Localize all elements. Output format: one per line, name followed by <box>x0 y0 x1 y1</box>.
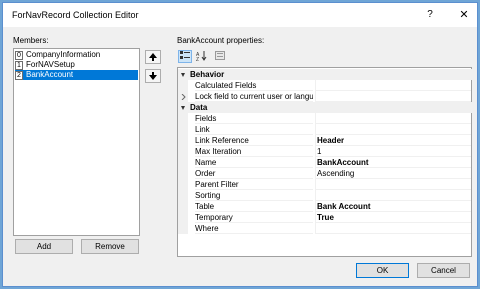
property-value[interactable]: BankAccount <box>315 157 471 168</box>
property-name: Max Iteration <box>195 146 313 157</box>
property-name: Table <box>195 201 313 212</box>
property-name: Link <box>195 124 313 135</box>
property-name: Calculated Fields <box>195 80 313 91</box>
property-pages-icon[interactable] <box>213 50 227 63</box>
arrow-up-icon <box>149 53 157 61</box>
move-up-button[interactable] <box>145 50 161 64</box>
property-row[interactable]: Order Ascending <box>178 168 471 179</box>
row-gutter <box>178 157 188 168</box>
remove-button[interactable]: Remove <box>81 239 139 254</box>
list-item-index: 2 <box>15 71 23 80</box>
property-row[interactable]: Temporary True <box>178 212 471 223</box>
category-label: Data <box>190 102 477 113</box>
property-name: Where <box>195 223 313 234</box>
title-bar[interactable]: ForNavRecord Collection Editor ? ✕ <box>3 3 477 27</box>
cancel-button[interactable]: Cancel <box>417 263 470 278</box>
property-name: Sorting <box>195 190 313 201</box>
property-value[interactable] <box>315 91 471 102</box>
property-value[interactable]: 1 <box>315 146 471 157</box>
property-value[interactable] <box>315 113 471 124</box>
property-name: Fields <box>195 113 313 124</box>
property-toolbar: AZ <box>177 48 472 65</box>
property-value[interactable] <box>315 124 471 135</box>
row-gutter <box>178 135 188 146</box>
help-button[interactable]: ? <box>424 8 436 22</box>
list-item-index: 0 <box>15 51 23 60</box>
close-button[interactable]: ✕ <box>457 8 471 22</box>
category-label: Behavior <box>190 69 477 80</box>
property-value[interactable] <box>315 190 471 201</box>
property-row[interactable]: Link Reference Header <box>178 135 471 146</box>
list-item[interactable]: 0 CompanyInformation <box>15 50 138 60</box>
property-row[interactable]: Where <box>178 223 471 234</box>
property-row[interactable]: Calculated Fields <box>178 80 471 91</box>
row-gutter <box>178 190 188 201</box>
row-gutter <box>178 80 188 91</box>
add-button[interactable]: Add <box>15 239 73 254</box>
row-gutter <box>178 146 188 157</box>
categorized-icon[interactable] <box>178 50 192 63</box>
property-row[interactable]: Max Iteration 1 <box>178 146 471 157</box>
members-label: Members: <box>13 36 49 45</box>
row-gutter <box>178 124 188 135</box>
move-down-button[interactable] <box>145 69 161 83</box>
property-value[interactable]: Ascending <box>315 168 471 179</box>
property-row[interactable]: Parent Filter <box>178 179 471 190</box>
row-gutter <box>178 201 188 212</box>
row-gutter <box>178 179 188 190</box>
row-gutter <box>178 223 188 234</box>
arrow-down-icon <box>149 72 157 80</box>
category-row[interactable]: Data <box>178 102 477 113</box>
property-row[interactable]: Fields <box>178 113 471 124</box>
property-value[interactable] <box>315 223 471 234</box>
expand-icon[interactable] <box>178 91 188 102</box>
property-name: Name <box>195 157 313 168</box>
properties-label: BankAccount properties: <box>177 36 265 45</box>
svg-text:Z: Z <box>196 57 199 61</box>
list-item-label: ForNAVSetup <box>26 60 75 69</box>
property-value[interactable]: Header <box>315 135 471 146</box>
list-item[interactable]: 1 ForNAVSetup <box>15 60 138 70</box>
row-gutter <box>178 113 188 124</box>
alphabetical-sort-icon[interactable]: AZ <box>194 50 208 63</box>
list-item[interactable]: 2 BankAccount <box>15 70 138 80</box>
dialog-window: ForNavRecord Collection Editor ? ✕ Membe… <box>2 2 478 287</box>
property-value[interactable] <box>315 179 471 190</box>
property-row[interactable]: Table Bank Account <box>178 201 471 212</box>
property-grid[interactable]: Behavior Calculated Fields Lock field to c… <box>177 67 477 257</box>
property-name: Link Reference <box>195 135 313 146</box>
members-list[interactable]: 0 CompanyInformation 1 ForNAVSetup 2 BankAcco… <box>13 48 140 236</box>
row-gutter <box>178 212 188 223</box>
row-gutter <box>178 168 188 179</box>
collapse-icon[interactable] <box>178 69 188 80</box>
property-value[interactable]: True <box>315 212 471 223</box>
collapse-icon[interactable] <box>178 102 188 113</box>
property-row[interactable]: Sorting <box>178 190 471 201</box>
property-name: Order <box>195 168 313 179</box>
property-row[interactable]: Lock field to current user or language <box>178 91 471 102</box>
property-value[interactable] <box>315 80 471 91</box>
property-name: Lock field to current user or language <box>195 91 313 102</box>
window-title: ForNavRecord Collection Editor <box>12 10 139 20</box>
property-row[interactable]: Name BankAccount <box>178 157 471 168</box>
list-item-label: BankAccount <box>26 70 74 79</box>
property-name: Parent Filter <box>195 179 313 190</box>
list-item-index: 1 <box>15 61 23 70</box>
property-name: Temporary <box>195 212 313 223</box>
ok-button[interactable]: OK <box>356 263 409 278</box>
property-row[interactable]: Link <box>178 124 471 135</box>
list-item-label: CompanyInformation <box>26 50 101 59</box>
category-row[interactable]: Behavior <box>178 69 477 80</box>
property-value[interactable]: Bank Account <box>315 201 471 212</box>
